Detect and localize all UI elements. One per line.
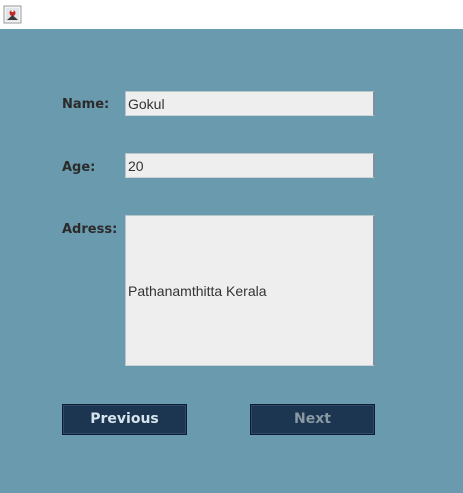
next-button[interactable]: Next [250,404,375,435]
address-label: Adress: [62,222,118,237]
name-field[interactable] [125,91,375,116]
age-label: Age: [62,160,96,175]
title-bar [0,0,463,29]
java-app-icon [3,5,22,24]
previous-button[interactable]: Previous [62,404,187,435]
name-label: Name: [62,97,110,112]
address-textarea[interactable]: Pathanamthitta Kerala [125,215,375,366]
age-field[interactable] [125,153,375,178]
form-panel: Name: Age: Adress: Pathanamthitta Kerala… [0,29,463,493]
address-text: Pathanamthitta Kerala [128,282,267,299]
